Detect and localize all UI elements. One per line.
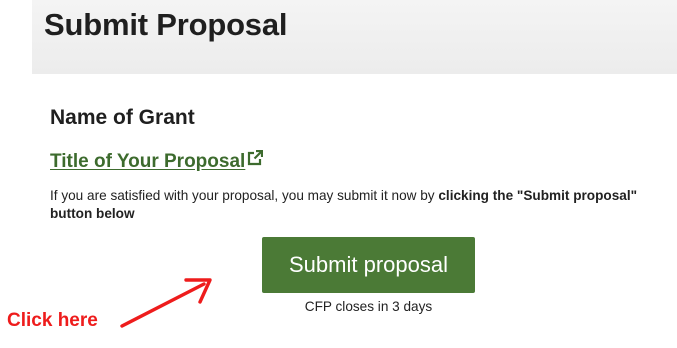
grant-name: Name of Grant <box>50 106 195 129</box>
red-arrow-icon <box>120 278 212 328</box>
click-here-annotation: Click here <box>7 310 98 331</box>
proposal-title-link[interactable]: Title of Your Proposal <box>50 149 264 173</box>
page-title: Submit Proposal <box>44 7 288 42</box>
page-header: Submit Proposal <box>32 0 677 74</box>
submit-proposal-button[interactable]: Submit proposal <box>262 237 475 293</box>
instructions-text: If you are satisfied with your proposal,… <box>50 188 439 203</box>
submit-instructions: If you are satisfied with your proposal,… <box>50 187 670 223</box>
submit-proposal-page: Submit Proposal Name of Grant Title of Y… <box>0 0 677 348</box>
proposal-title-label: Title of Your Proposal <box>50 151 246 172</box>
cfp-deadline-text: CFP closes in 3 days <box>304 299 433 314</box>
external-link-icon <box>247 149 264 172</box>
